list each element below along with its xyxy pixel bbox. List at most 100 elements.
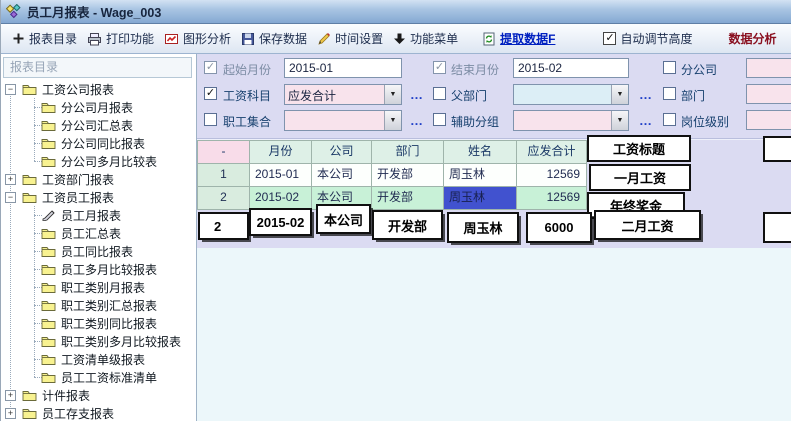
- tree-item[interactable]: 职工类别多月比较报表: [1, 332, 197, 350]
- aux-group-checkbox[interactable]: [433, 113, 446, 126]
- staff-set-more-button[interactable]: …: [409, 116, 425, 130]
- tree-item[interactable]: 员工月报表: [1, 206, 197, 224]
- table-cell[interactable]: 2015-02: [250, 187, 312, 210]
- parent-dept-select[interactable]: ▼: [513, 84, 629, 105]
- table-header-cell[interactable]: 月份: [250, 141, 312, 164]
- collapse-icon[interactable]: −: [5, 84, 16, 95]
- edit-row-cell[interactable]: 2015-02: [249, 208, 312, 236]
- edit-row-cell[interactable]: 2: [198, 212, 249, 240]
- table-cell[interactable]: 2015-01: [250, 164, 312, 187]
- parent-dept-checkbox[interactable]: [433, 87, 446, 100]
- tree-item[interactable]: 员工汇总表: [1, 224, 197, 242]
- edit-row-cell[interactable]: 6000: [526, 212, 592, 243]
- start-month-input[interactable]: [284, 58, 402, 78]
- department-field[interactable]: [746, 84, 791, 104]
- tree-item-label: 职工类别多月比较报表: [61, 333, 181, 350]
- staff-set-checkbox[interactable]: [204, 113, 217, 126]
- tree-item[interactable]: −工资公司报表: [1, 80, 197, 98]
- toolbar-button-data-analysis[interactable]: 数据分析: [723, 28, 781, 49]
- salary-item-checkbox[interactable]: ✓: [204, 87, 217, 100]
- aux-group-more-button[interactable]: …: [638, 116, 654, 130]
- tree-item-label: 员工存支报表: [42, 405, 114, 421]
- edit-row-cell[interactable]: 二月工资: [594, 210, 701, 240]
- table-cell[interactable]: 2: [198, 187, 250, 210]
- title-column-header[interactable]: 工资标题: [587, 135, 691, 162]
- tree-item[interactable]: 职工类别同比报表: [1, 314, 197, 332]
- end-month-checkbox[interactable]: ✓: [433, 61, 446, 74]
- toolbar-button-label: 提取数据F: [500, 30, 555, 47]
- dropdown-arrow-icon[interactable]: ▼: [384, 111, 401, 130]
- tree-item[interactable]: 职工类别汇总报表: [1, 296, 197, 314]
- tree-item[interactable]: 工资清单级报表: [1, 350, 197, 368]
- tree-item[interactable]: 员工工资标准清单: [1, 368, 197, 386]
- collapse-icon[interactable]: −: [5, 192, 16, 203]
- edit-row-cell[interactable]: 开发部: [372, 210, 443, 240]
- auto-height-checkbox[interactable]: ✓: [603, 32, 616, 45]
- toolbar-button-extract-data[interactable]: 提取数据F: [477, 28, 560, 49]
- tree-item[interactable]: 分公司月报表: [1, 98, 197, 116]
- end-month-input[interactable]: [513, 58, 629, 78]
- table-header-cell[interactable]: 公司: [312, 141, 372, 164]
- title-column-partial-box: [763, 136, 791, 162]
- table-header-cell[interactable]: 应发合计: [517, 141, 587, 164]
- position-level-field[interactable]: [746, 110, 791, 130]
- toolbar-button-auto-height[interactable]: ✓ 自动调节高度: [598, 28, 697, 49]
- table-cell[interactable]: 12569: [517, 164, 587, 187]
- toolbar-button-chart-analysis[interactable]: 图形分析: [159, 28, 236, 49]
- table-header-cell[interactable]: 姓名: [444, 141, 517, 164]
- department-label: 部门: [681, 87, 705, 104]
- parent-dept-more-button[interactable]: …: [638, 90, 654, 104]
- salary-item-select[interactable]: 应发合计▼: [284, 84, 402, 105]
- tree-item[interactable]: + 员工存支报表: [1, 404, 197, 421]
- tree-item[interactable]: +工资部门报表: [1, 170, 197, 188]
- table-cell[interactable]: 开发部: [372, 164, 444, 187]
- tree-item[interactable]: +计件报表: [1, 386, 197, 404]
- expand-icon[interactable]: +: [5, 174, 16, 185]
- dropdown-arrow-icon[interactable]: ▼: [611, 111, 628, 130]
- parent-dept-label: 父部门: [451, 87, 487, 104]
- edit-row-cell[interactable]: 本公司: [316, 204, 371, 234]
- aux-group-label: 辅助分组: [451, 113, 499, 130]
- start-month-checkbox[interactable]: ✓: [204, 61, 217, 74]
- tree-item-label: 职工类别汇总报表: [61, 297, 157, 314]
- table-cell[interactable]: 1: [198, 164, 250, 187]
- tree-item[interactable]: −工资员工报表: [1, 188, 197, 206]
- toolbar-button-time-settings[interactable]: 时间设置: [312, 28, 388, 49]
- table-cell[interactable]: 开发部: [372, 187, 444, 210]
- tree-item[interactable]: 员工多月比较报表: [1, 260, 197, 278]
- table-cell[interactable]: 周玉林: [444, 187, 517, 210]
- edit-row-cell[interactable]: 周玉林: [447, 212, 519, 243]
- table-header-cell[interactable]: 部门: [372, 141, 444, 164]
- aux-group-select[interactable]: ▼: [513, 110, 629, 131]
- department-checkbox[interactable]: [663, 87, 676, 100]
- staff-set-label: 职工集合: [223, 113, 271, 130]
- tree-item[interactable]: 分公司同比报表: [1, 134, 197, 152]
- table-cell[interactable]: 周玉林: [444, 164, 517, 187]
- table-cell[interactable]: 12569: [517, 187, 587, 210]
- tree-item[interactable]: 分公司多月比较表: [1, 152, 197, 170]
- expand-icon[interactable]: +: [5, 408, 16, 419]
- branch-company-field[interactable]: [746, 58, 791, 78]
- toolbar-button-label: 自动调节高度: [620, 30, 692, 47]
- staff-set-select[interactable]: ▼: [284, 110, 402, 131]
- toolbar-button-function-menu[interactable]: 功能菜单: [388, 28, 463, 49]
- toolbar-button-print[interactable]: 打印功能: [82, 28, 159, 49]
- dropdown-arrow-icon[interactable]: ▼: [384, 85, 401, 104]
- position-level-checkbox[interactable]: [663, 113, 676, 126]
- dropdown-arrow-icon[interactable]: ▼: [611, 85, 628, 104]
- title-column-cell[interactable]: 一月工资: [589, 164, 691, 191]
- title-bar: 员工月报表 - Wage_003: [1, 0, 791, 24]
- folder-icon: [41, 155, 56, 167]
- table-header-cell[interactable]: -: [198, 141, 250, 164]
- tree-item[interactable]: 分公司汇总表: [1, 116, 197, 134]
- tree-item-label: 分公司汇总表: [61, 117, 133, 134]
- table-cell[interactable]: 本公司: [312, 164, 372, 187]
- expand-icon[interactable]: +: [5, 390, 16, 401]
- toolbar-button-report-directory[interactable]: 报表目录: [7, 28, 82, 49]
- salary-item-more-button[interactable]: …: [409, 90, 425, 104]
- toolbar-button-save-data[interactable]: 保存数据: [236, 28, 312, 49]
- table-row: 12015-01本公司开发部周玉林12569: [198, 164, 587, 187]
- branch-company-checkbox[interactable]: [663, 61, 676, 74]
- tree-item[interactable]: 员工同比报表: [1, 242, 197, 260]
- tree-item[interactable]: 职工类别月报表: [1, 278, 197, 296]
